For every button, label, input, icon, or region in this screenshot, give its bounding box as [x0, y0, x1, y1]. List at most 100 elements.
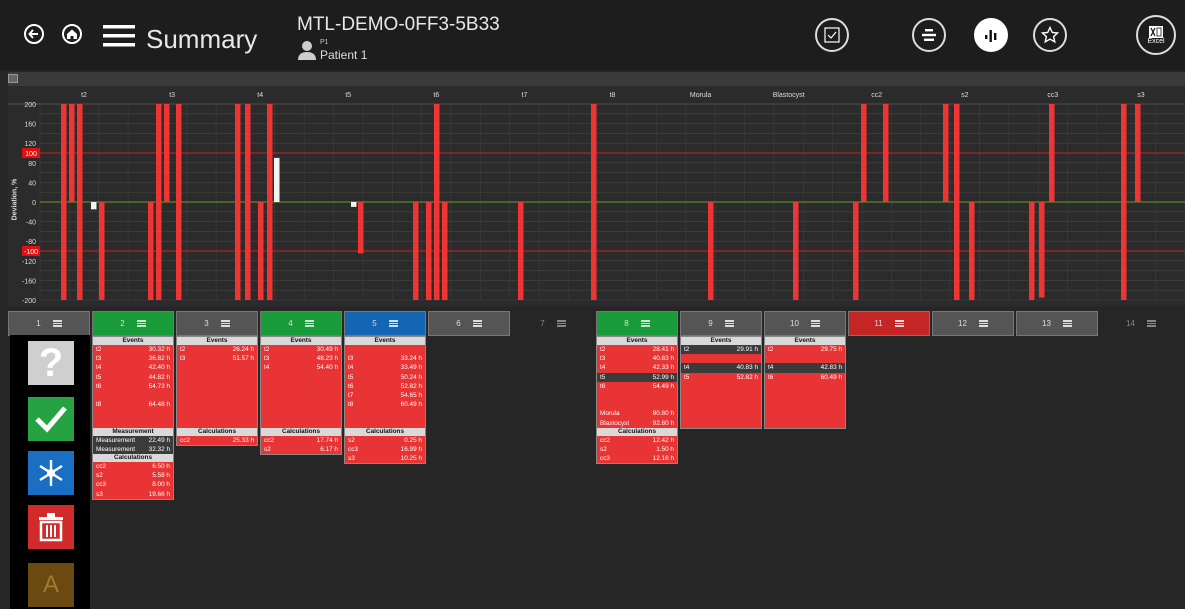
excel-export-button[interactable]: Excel [1136, 15, 1176, 55]
well-tab-4[interactable]: 4 [260, 311, 342, 336]
card-row: t8 60.49 h [345, 400, 425, 409]
favorite-button[interactable] [1033, 18, 1067, 52]
column-label: cc3 [1047, 92, 1058, 99]
card-section-header: Calculations [177, 427, 257, 436]
card-row: t4 42.83 h [765, 363, 845, 373]
well-card-8[interactable]: Events t2 28.41 h t3 40.83 h t4 42.33 h t5 52.99… [596, 336, 678, 465]
home-button[interactable] [62, 24, 82, 44]
delete-button[interactable] [28, 505, 74, 549]
event-time: 16.99 h [400, 445, 422, 453]
well-tab-12[interactable]: 12 [932, 311, 1014, 336]
well-tab-10[interactable]: 10 [764, 311, 846, 336]
checkbox-view-button[interactable] [815, 18, 849, 52]
card-row [261, 391, 341, 400]
well-tab-9[interactable]: 9 [680, 311, 762, 336]
card-row: t3 36.82 h [93, 354, 173, 363]
card-row: cc2 25.33 h [177, 436, 257, 445]
well-card-9[interactable]: Events t2 29.91 h t4 40.83 h t5 52.82 h [680, 336, 762, 429]
event-time: 6.17 h [320, 445, 338, 453]
question-button[interactable]: ? [28, 341, 74, 385]
deviation-bar [274, 157, 280, 202]
well-tab-1[interactable]: 1 [8, 311, 90, 336]
event-time: 12.42 h [652, 436, 674, 444]
well-tab-11[interactable]: 11 [848, 311, 930, 336]
well-card-5[interactable]: Events t3 33.24 h t4 33.49 h t5 50.24 h t6 52.82… [344, 336, 426, 465]
well-tab-6[interactable]: 6 [428, 311, 510, 336]
card-row [681, 419, 761, 428]
card-row: t5 52.82 h [681, 373, 761, 382]
back-button[interactable] [24, 24, 44, 44]
timeline-view-button[interactable] [912, 18, 946, 52]
collapse-button[interactable] [8, 74, 18, 83]
star-icon [1041, 26, 1059, 44]
deviation-bar [61, 104, 67, 300]
card-row [765, 354, 845, 363]
list-icon [894, 320, 904, 327]
hamburger-menu-icon[interactable] [103, 24, 135, 48]
card-row: Measurement 22.49 h [93, 435, 173, 445]
card-row [681, 382, 761, 391]
well-tab-2[interactable]: 2 [92, 311, 174, 336]
column-label: Blastocyst [773, 92, 805, 99]
accept-button[interactable] [28, 397, 74, 441]
event-name: Measurement [96, 436, 136, 444]
y-tick-label: 200 [24, 102, 36, 109]
event-name: t8 [96, 401, 102, 409]
card-section-header: Calculations [261, 427, 341, 436]
card-row [177, 409, 257, 418]
deviation-bar [91, 202, 97, 210]
well-code: P1 [320, 39, 329, 46]
well-number: 6 [456, 319, 461, 328]
y-axis-label: Deviation, % [11, 178, 19, 221]
card-row [177, 382, 257, 391]
y-tick-label: -40 [26, 220, 36, 227]
well-card-10[interactable]: Events t2 29.75 h t4 42.83 h t6 60.49 h [764, 336, 846, 429]
well-number: 12 [958, 319, 967, 328]
column-label: t8 [610, 92, 616, 99]
deviation-bar [267, 104, 273, 300]
deviation-bar [1029, 202, 1035, 300]
well-card-2[interactable]: Events t2 30.32 h t3 36.82 h t4 42.40 h t5 44.82… [92, 336, 174, 500]
card-row [345, 409, 425, 418]
event-time: 33.24 h [400, 355, 422, 363]
threshold-label: -100 [24, 249, 38, 256]
well-tab-14[interactable]: 14 [1100, 311, 1182, 336]
patient-name: Patient 1 [320, 48, 368, 62]
card-row [765, 409, 845, 418]
deviation-bar [853, 202, 859, 300]
deviation-bar [176, 104, 182, 300]
well-tab-5[interactable]: 5 [344, 311, 426, 336]
event-name: t2 [180, 346, 186, 353]
well-tab-13[interactable]: 13 [1016, 311, 1098, 336]
event-time: 42.83 h [820, 364, 842, 372]
well-card-3[interactable]: Events t2 26.24 h t3 51.57 h Calculations cc2 2… [176, 336, 258, 446]
event-time: 54.65 h [400, 391, 422, 399]
well-tab-3[interactable]: 3 [176, 311, 258, 336]
well-number: 10 [790, 319, 799, 328]
card-row [765, 382, 845, 391]
well-number: 4 [288, 319, 293, 328]
well-tab-8[interactable]: 8 [596, 311, 678, 336]
card-row: t8 64.48 h [93, 400, 173, 409]
event-time: 28.41 h [652, 346, 674, 353]
event-time: 36.82 h [148, 355, 170, 363]
event-time: 6.50 h [152, 463, 170, 471]
freeze-button[interactable] [28, 451, 74, 495]
well-number: 14 [1126, 319, 1135, 328]
card-row [345, 345, 425, 354]
card-row: s3 10.25 h [345, 454, 425, 463]
well-card-4[interactable]: Events t2 30.49 h t3 48.23 h t4 54.40 h Calcula… [260, 336, 342, 456]
deviation-chart-button[interactable] [974, 18, 1008, 52]
well-tab-7[interactable]: 7 [512, 311, 594, 336]
card-row [93, 419, 173, 428]
excel-icon [1149, 25, 1163, 38]
card-row [597, 400, 677, 409]
y-tick-label: 0 [32, 200, 36, 207]
event-name: t5 [684, 373, 690, 381]
column-label: s2 [961, 92, 969, 99]
card-row [177, 363, 257, 372]
card-row [681, 409, 761, 418]
annotation-sidebar: ? A [10, 335, 90, 609]
annotate-a-button[interactable]: A [28, 563, 74, 607]
list-icon [556, 320, 566, 327]
